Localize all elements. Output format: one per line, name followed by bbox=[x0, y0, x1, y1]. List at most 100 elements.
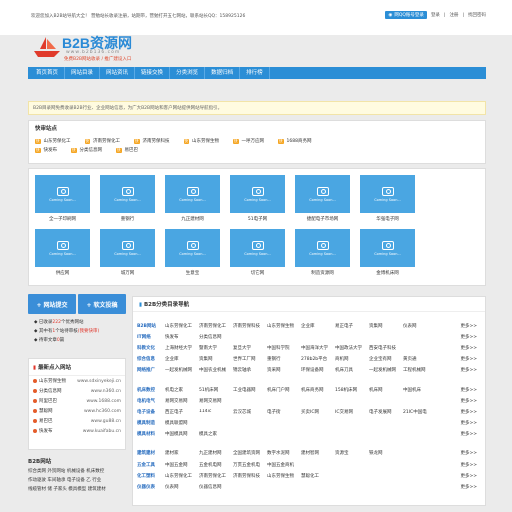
recent-site-name[interactable]: 山东劳保生物 bbox=[39, 378, 66, 384]
featured-site-card[interactable]: Coming Soon... 供应网 bbox=[35, 229, 90, 283]
category-site-link[interactable]: 企业宝有网 bbox=[369, 356, 403, 362]
recent-site-url[interactable]: www.1688.com bbox=[86, 399, 121, 404]
featured-site-card[interactable]: Coming Soon... 制造资源网 bbox=[295, 229, 350, 283]
quick-item[interactable]: 快济南劳保科技 bbox=[134, 138, 170, 144]
category-label[interactable]: 网络推广 bbox=[137, 367, 165, 373]
category-site-link[interactable]: 中国机床 bbox=[403, 387, 437, 393]
recent-site-name[interactable]: 慧聪网 bbox=[39, 408, 53, 414]
category-label[interactable]: 模具制造 bbox=[137, 420, 165, 426]
quick-item[interactable]: 快山东劳保化工 bbox=[35, 138, 71, 144]
category-site-link[interactable]: 158机床网 bbox=[335, 387, 369, 393]
more-link[interactable]: 更多>> bbox=[460, 334, 477, 340]
featured-site-card[interactable]: Coming Soon... 捷配电子市场网 bbox=[295, 175, 350, 229]
category-site-link[interactable]: 电子发展网 bbox=[369, 409, 403, 415]
recent-site-item[interactable]: 快发布 www.kuaifabu.cn bbox=[29, 426, 125, 436]
quick-item[interactable]: 快易巴巴 bbox=[116, 147, 138, 153]
category-site-link[interactable]: 万贯五金机电 bbox=[233, 462, 267, 468]
site-thumbnail[interactable]: Coming Soon... bbox=[230, 229, 285, 267]
category-site-link[interactable]: 企业库 bbox=[301, 323, 335, 329]
quick-item[interactable]: 快 1688商务网 bbox=[278, 138, 311, 144]
category-site-link[interactable]: 资集网 bbox=[369, 323, 403, 329]
category-site-link[interactable]: 机床门户网 bbox=[267, 387, 301, 393]
category-site-link[interactable]: 云汉芯城 bbox=[233, 409, 267, 415]
category-site-link[interactable]: 资源宝 bbox=[335, 450, 369, 456]
category-site-link[interactable]: 易网交易网 bbox=[165, 398, 199, 404]
more-link[interactable]: 更多>> bbox=[460, 345, 477, 351]
category-site-link[interactable]: 世界工厂网 bbox=[233, 356, 267, 362]
featured-site-card[interactable]: Coming Soon... 九正建材网 bbox=[165, 175, 220, 229]
recent-site-item[interactable]: 慧聪网 www.hc360.com bbox=[29, 406, 125, 416]
category-site-link[interactable]: 买卖IC网 bbox=[301, 409, 335, 415]
site-name[interactable]: 生意宝 bbox=[165, 270, 220, 276]
site-thumbnail[interactable]: Coming Soon... bbox=[165, 229, 220, 267]
recent-site-url[interactable]: www.n360.cn bbox=[91, 389, 121, 394]
site-name[interactable]: 重钢行 bbox=[100, 216, 155, 222]
nav-home[interactable]: 首页首页 bbox=[30, 67, 66, 79]
category-site-link[interactable]: 模具联盟网 bbox=[165, 420, 199, 426]
category-site-link[interactable]: 278b2b平台 bbox=[301, 356, 335, 362]
site-thumbnail[interactable]: Coming Soon... bbox=[295, 175, 350, 213]
b2b-row[interactable]: 作动驱驶 车间轴承 电子设备 乙 行业 bbox=[28, 476, 126, 485]
category-site-link[interactable]: 中国科学院 bbox=[267, 345, 301, 351]
category-site-link[interactable]: 一起发机械网 bbox=[369, 367, 403, 373]
category-site-link[interactable]: 仪表网 bbox=[165, 484, 199, 490]
category-site-link[interactable]: 锦云轴承 bbox=[233, 367, 267, 373]
featured-site-card[interactable]: Coming Soon... 切它网 bbox=[230, 229, 285, 283]
category-site-link[interactable]: 建材家 bbox=[165, 450, 199, 456]
featured-site-card[interactable]: Coming Soon... 51电子网 bbox=[230, 175, 285, 229]
category-label[interactable]: 综合信息 bbox=[137, 356, 165, 362]
category-label[interactable]: 机床数控 bbox=[137, 387, 165, 393]
category-site-link[interactable]: 中国农业机械 bbox=[199, 367, 233, 373]
recent-site-url[interactable]: www.sdxinyekeji.cn bbox=[77, 379, 121, 384]
category-label[interactable]: IT网络 bbox=[137, 334, 165, 340]
quick-item[interactable]: 快山东劳保生物 bbox=[183, 138, 219, 144]
category-label[interactable]: 科教文化 bbox=[137, 345, 165, 351]
category-site-link[interactable]: 九正建材网 bbox=[199, 450, 233, 456]
category-site-link[interactable]: 全国建筑资网 bbox=[233, 450, 267, 456]
quick-item[interactable]: 快济南劳保化工 bbox=[84, 138, 120, 144]
category-site-link[interactable]: 中国五金网 bbox=[165, 462, 199, 468]
site-logo[interactable]: B2B资源网 www.b2b136.com 免费B2B网站收录 / 推广建设入口 bbox=[32, 33, 132, 67]
category-site-link[interactable]: 商机网 bbox=[335, 356, 369, 362]
site-name[interactable]: 九正建材网 bbox=[165, 216, 220, 222]
category-site-link[interactable]: 中国五金商机 bbox=[267, 462, 301, 468]
category-label[interactable]: 化工塑料 bbox=[137, 473, 165, 479]
more-link[interactable]: 更多>> bbox=[460, 484, 477, 490]
category-site-link[interactable]: 电子街 bbox=[267, 409, 301, 415]
featured-site-card[interactable]: Coming Soon... 全一子印刷网 bbox=[35, 175, 90, 229]
category-label[interactable]: 建筑建材 bbox=[137, 450, 165, 456]
category-site-link[interactable]: 暨南大学 bbox=[199, 345, 233, 351]
category-site-link[interactable]: 山东劳保生物 bbox=[267, 473, 301, 479]
category-label[interactable]: 五金工具 bbox=[137, 462, 165, 468]
category-site-link[interactable]: 模具之家 bbox=[199, 431, 233, 437]
category-site-link[interactable]: 机床网 bbox=[369, 387, 403, 393]
site-thumbnail[interactable]: Coming Soon... bbox=[35, 175, 90, 213]
category-site-link[interactable]: 资集网 bbox=[199, 356, 233, 362]
category-site-link[interactable]: 51机床网 bbox=[199, 387, 233, 393]
category-site-link[interactable]: 济南劳保科技 bbox=[233, 473, 267, 479]
nav-directory[interactable]: 网站目录 bbox=[65, 67, 101, 79]
more-link[interactable]: 更多>> bbox=[460, 462, 477, 468]
category-site-link[interactable]: 工程机械网 bbox=[403, 367, 437, 373]
find-password-link[interactable]: 找回密码 bbox=[468, 12, 486, 18]
qq-login-button[interactable]: ◉ 网QQ账号登录 bbox=[385, 11, 427, 19]
category-site-link[interactable]: 中国模具网 bbox=[165, 431, 199, 437]
category-site-link[interactable]: 21IC中国电 bbox=[403, 409, 437, 415]
recent-site-name[interactable]: 分类信息网 bbox=[39, 388, 62, 394]
category-site-link[interactable]: 仪表网 bbox=[403, 323, 437, 329]
category-site-link[interactable]: 快发布 bbox=[165, 334, 199, 340]
site-name[interactable]: 金博机床网 bbox=[360, 270, 415, 276]
site-name[interactable]: 捷配电子市场网 bbox=[295, 216, 350, 222]
recent-site-url[interactable]: www.hc360.com bbox=[84, 409, 121, 414]
recent-site-item[interactable]: 阿里巴巴 www.1688.com bbox=[29, 396, 125, 406]
category-site-link[interactable]: 上海财经大学 bbox=[165, 345, 199, 351]
site-thumbnail[interactable]: Coming Soon... bbox=[35, 229, 90, 267]
category-site-link[interactable]: 数字水泥网 bbox=[267, 450, 301, 456]
more-link[interactable]: 更多>> bbox=[460, 473, 477, 479]
recent-site-name[interactable]: 阿里巴巴 bbox=[39, 398, 57, 404]
more-link[interactable]: 更多>> bbox=[460, 356, 477, 362]
featured-site-card[interactable]: Coming Soon... 金博机床网 bbox=[360, 229, 415, 283]
site-thumbnail[interactable]: Coming Soon... bbox=[360, 229, 415, 267]
category-site-link[interactable]: 五金机电网 bbox=[199, 462, 233, 468]
category-site-link[interactable]: 黄页通 bbox=[403, 356, 437, 362]
